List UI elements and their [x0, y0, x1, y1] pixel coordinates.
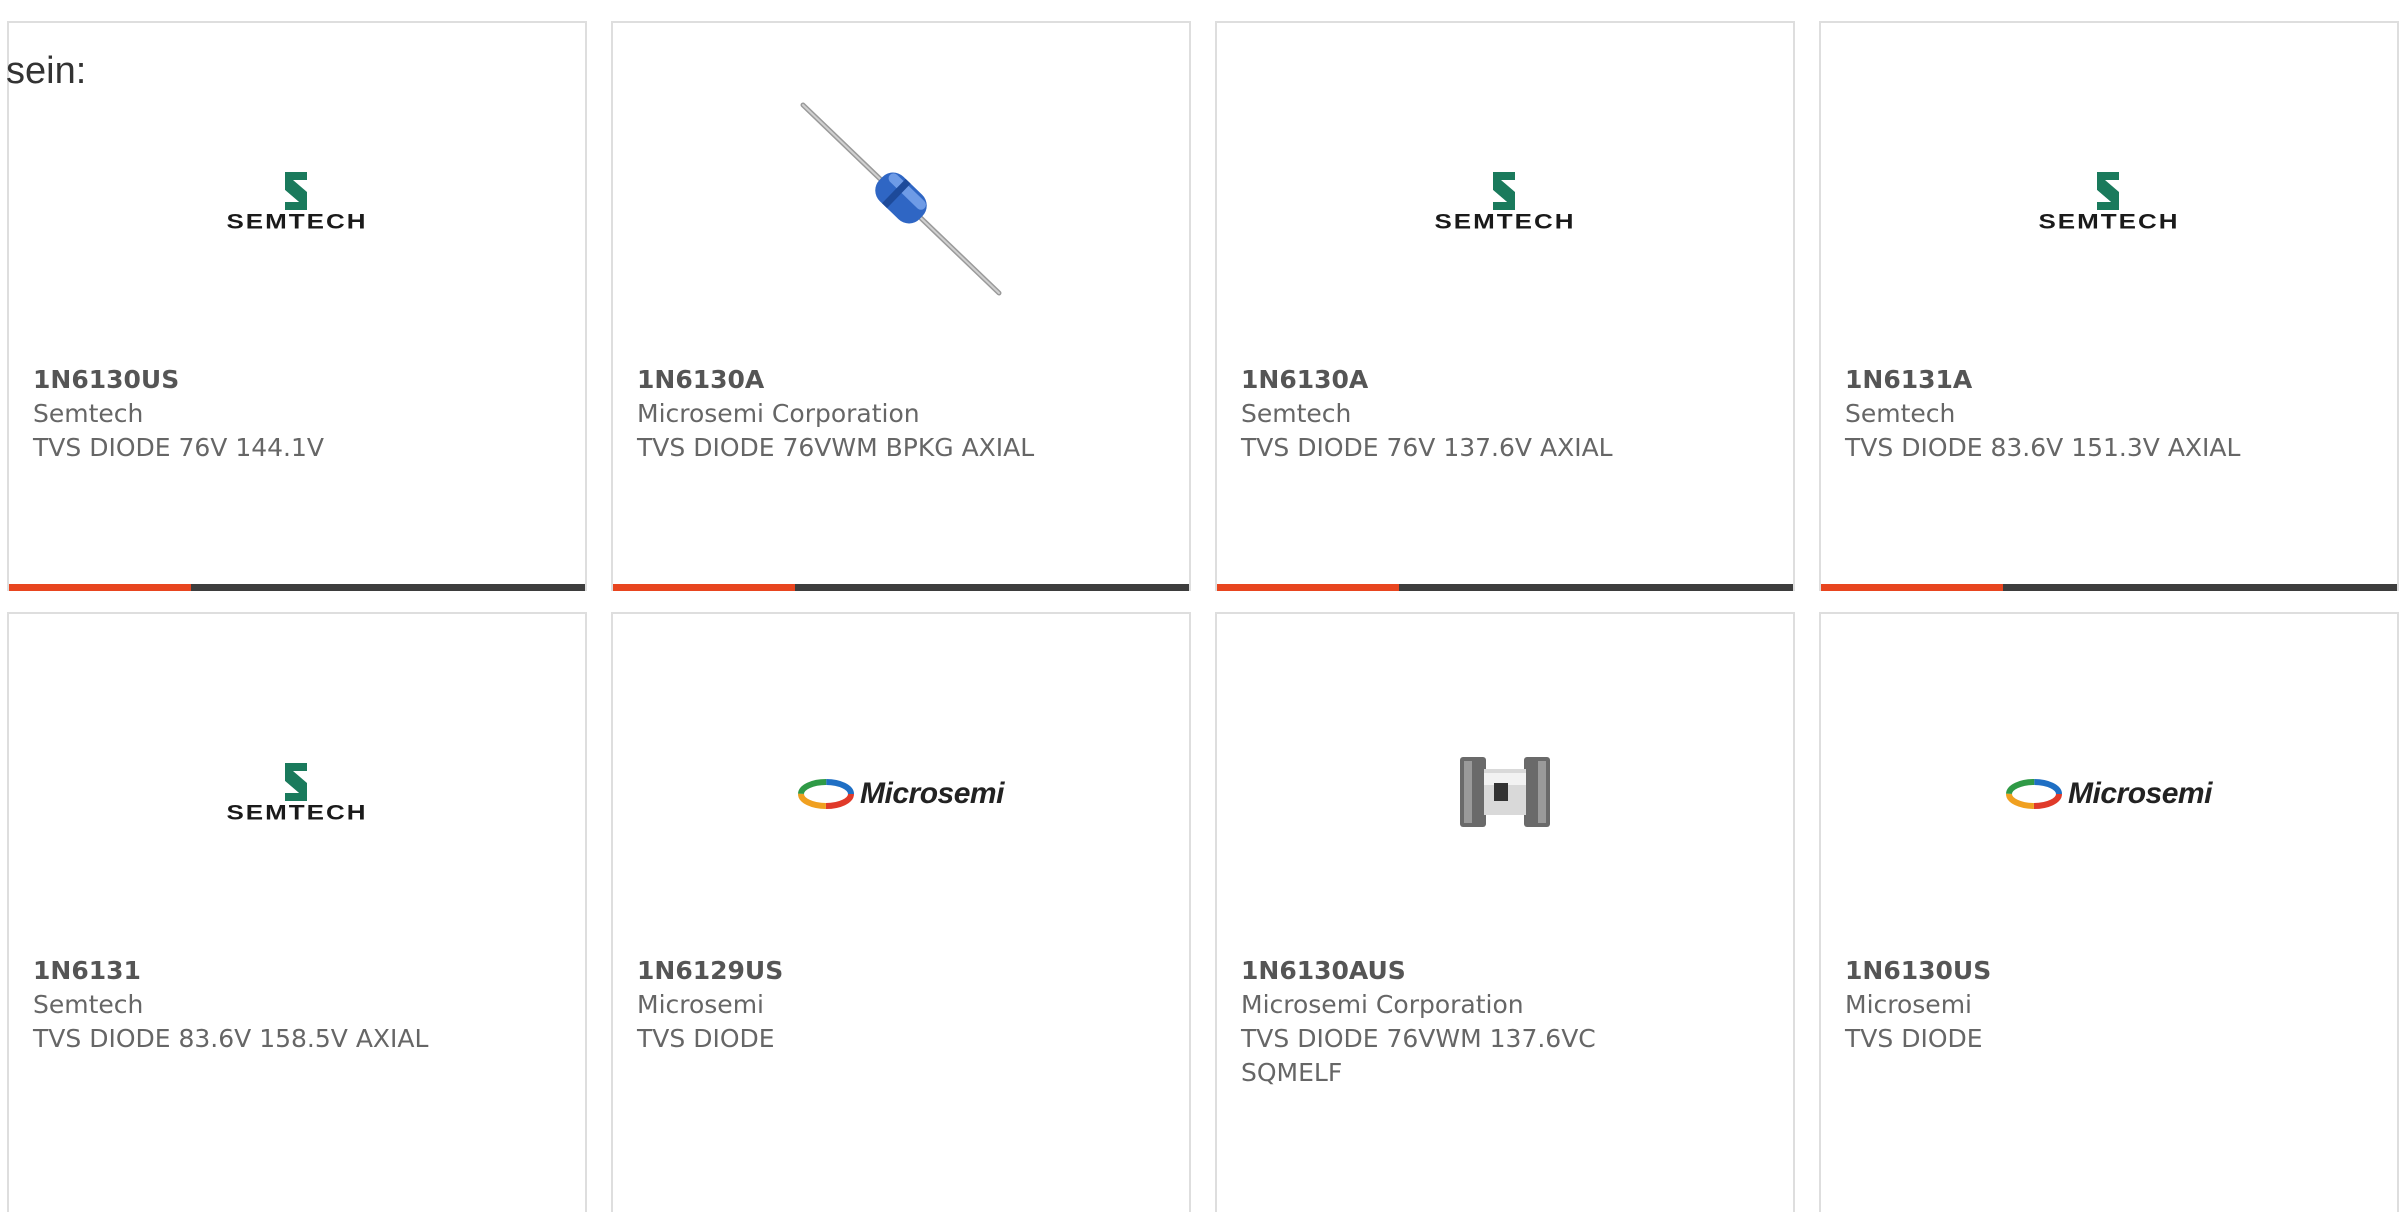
product-part-number[interactable]: 1N6130US: [1845, 954, 2373, 988]
microsemi-logo: Microsemi: [798, 777, 1004, 811]
product-part-number[interactable]: 1N6131A: [1845, 363, 2373, 397]
semtech-logo-text: SEMTECH: [226, 208, 368, 234]
product-manufacturer: Microsemi Corporation: [637, 399, 920, 428]
product-manufacturer: Semtech: [1845, 399, 1956, 428]
product-description: TVS DIODE 76V 137.6V AXIAL: [1241, 433, 1613, 462]
semtech-logo-text: SEMTECH: [1434, 208, 1576, 234]
product-image[interactable]: [1217, 674, 1793, 914]
product-manufacturer: Semtech: [1241, 399, 1352, 428]
microsemi-logo: Microsemi: [2006, 777, 2212, 811]
semtech-mark-icon: [285, 172, 307, 210]
product-card[interactable]: 1N6130A Microsemi Corporation TVS DIODE …: [611, 21, 1191, 591]
product-card[interactable]: SEMTECH 1N6130A Semtech TVS DIODE 76V 13…: [1215, 21, 1795, 591]
semtech-logo: SEMTECH: [2004, 172, 2214, 234]
semtech-logo: SEMTECH: [192, 172, 402, 234]
product-description: TVS DIODE 76V 144.1V: [33, 433, 325, 462]
card-bottom-bar: [1217, 584, 1793, 591]
product-manufacturer: Microsemi: [1845, 990, 1972, 1019]
product-image[interactable]: Microsemi: [1821, 674, 2397, 914]
product-image[interactable]: SEMTECH: [9, 674, 585, 914]
sqmelf-diode-icon: [1460, 757, 1550, 827]
microsemi-logo-text: Microsemi: [2068, 777, 2212, 810]
product-part-number[interactable]: 1N6130AUS: [1241, 954, 1769, 988]
axial-diode-icon: [800, 102, 1002, 296]
semtech-mark-icon: [2097, 172, 2119, 210]
product-part-number[interactable]: 1N6131: [33, 954, 561, 988]
microsemi-logo-text: Microsemi: [860, 777, 1004, 810]
semtech-logo: SEMTECH: [192, 763, 402, 825]
product-description: TVS DIODE 83.6V 151.3V AXIAL: [1845, 433, 2241, 462]
product-manufacturer: Microsemi Corporation: [1241, 990, 1524, 1019]
product-image[interactable]: Microsemi: [613, 674, 1189, 914]
card-bottom-bar: [1821, 584, 2397, 591]
product-card[interactable]: Microsemi 1N6130US Microsemi TVS DIODE: [1819, 612, 2399, 1212]
product-part-number[interactable]: 1N6130US: [33, 363, 561, 397]
product-card[interactable]: SEMTECH 1N6130US Semtech TVS DIODE 76V 1…: [7, 21, 587, 591]
product-card[interactable]: SEMTECH 1N6131 Semtech TVS DIODE 83.6V 1…: [7, 612, 587, 1212]
semtech-mark-icon: [1493, 172, 1515, 210]
microsemi-swirl-icon: [2006, 779, 2063, 809]
semtech-logo-text: SEMTECH: [226, 799, 368, 825]
product-grid: SEMTECH 1N6130US Semtech TVS DIODE 76V 1…: [7, 21, 2399, 1212]
overlay-text: sein:: [6, 50, 87, 92]
product-manufacturer: Microsemi: [637, 990, 764, 1019]
product-part-number[interactable]: 1N6130A: [637, 363, 1165, 397]
product-card[interactable]: SEMTECH 1N6131A Semtech TVS DIODE 83.6V …: [1819, 21, 2399, 591]
semtech-logo: SEMTECH: [1400, 172, 1610, 234]
card-bottom-bar: [9, 584, 585, 591]
product-image[interactable]: SEMTECH: [1217, 83, 1793, 323]
semtech-logo-text: SEMTECH: [2038, 208, 2180, 234]
product-part-number[interactable]: 1N6129US: [637, 954, 1165, 988]
product-manufacturer: Semtech: [33, 990, 144, 1019]
product-manufacturer: Semtech: [33, 399, 144, 428]
product-card[interactable]: Microsemi 1N6129US Microsemi TVS DIODE: [611, 612, 1191, 1212]
product-part-number[interactable]: 1N6130A: [1241, 363, 1769, 397]
product-description: TVS DIODE 83.6V 158.5V AXIAL: [33, 1024, 429, 1053]
card-bottom-bar: [613, 584, 1189, 591]
product-image[interactable]: SEMTECH: [9, 83, 585, 323]
product-description: TVS DIODE: [1845, 1024, 1983, 1053]
microsemi-swirl-icon: [798, 779, 855, 809]
product-description: TVS DIODE 76VWM 137.6VC SQMELF: [1241, 1024, 1596, 1087]
product-description: TVS DIODE: [637, 1024, 775, 1053]
product-image[interactable]: SEMTECH: [1821, 83, 2397, 323]
product-card[interactable]: 1N6130AUS Microsemi Corporation TVS DIOD…: [1215, 612, 1795, 1212]
product-image[interactable]: [613, 83, 1189, 323]
product-description: TVS DIODE 76VWM BPKG AXIAL: [637, 433, 1035, 462]
semtech-mark-icon: [285, 763, 307, 801]
